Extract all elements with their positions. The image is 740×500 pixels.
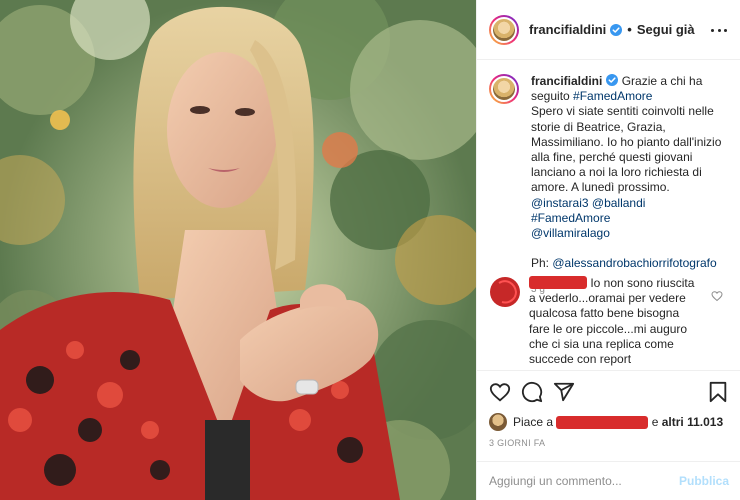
hashtag-link[interactable]: #FamedAmore [531,211,610,225]
publish-button[interactable]: Pubblica [679,474,729,488]
bookmark-icon[interactable] [707,381,729,403]
instagram-post: francifialdini • Segui già francifialdin… [0,0,740,500]
post-actions-section: Piace a e altri 11.013 3 GIORNI FA Pubbl… [477,370,740,498]
mention-link[interactable]: @ballandi [592,196,646,210]
commenter-avatar-redacted[interactable] [489,276,521,308]
author-avatar[interactable] [489,14,519,45]
caption-avatar[interactable] [489,74,519,104]
likes-prefix: Piace a [513,415,554,429]
action-bar [489,381,729,407]
likes-count-link[interactable]: altri 11.013 [662,415,723,429]
caption-username[interactable]: francifialdini [531,74,602,88]
post-date[interactable]: 3 GIORNI FA [489,438,545,448]
comment-input[interactable] [489,473,679,488]
heart-icon[interactable] [489,381,511,403]
post-caption: francifialdini Grazie a chi ha seguito #… [489,74,729,297]
caption-text: francifialdini Grazie a chi ha seguito #… [531,74,727,297]
comment-body: Io non sono riuscita a vederlo...oramai … [529,276,695,367]
comment-like-icon[interactable] [711,290,723,302]
share-icon[interactable] [553,381,575,403]
likes-and: e [651,415,659,429]
comment-icon[interactable] [521,381,543,403]
photo-illustration [0,0,476,500]
caption-body: Spero vi siate sentiti coinvolti nelle s… [531,104,722,195]
verified-badge-icon [606,74,619,86]
author-username[interactable]: francifialdini [529,22,606,37]
post-side-panel: francifialdini • Segui già francifialdin… [476,0,740,500]
verified-badge-icon [610,23,623,36]
likes-summary: Piace a e altri 11.013 [489,413,723,431]
liker-avatar[interactable] [489,413,507,431]
photo-credit-label: Ph: [531,256,550,271]
following-button[interactable]: Segui già [637,22,695,37]
more-options-icon[interactable] [709,20,729,40]
commenter-username-redacted[interactable] [529,276,587,289]
post-photo[interactable] [0,0,476,500]
add-comment-bar: Pubblica [477,461,740,499]
comment-text: Io non sono riuscita a vederlo...oramai … [529,276,699,368]
header-separator: • [627,22,632,37]
mention-link[interactable]: @instarai3 [531,196,589,210]
comment-item: Io non sono riuscita a vederlo...oramai … [489,276,729,368]
hashtag-link[interactable]: #FamedAmore [573,89,652,103]
photographer-mention-link[interactable]: @alessandrobachiorrifotografo [552,256,716,270]
post-header: francifialdini • Segui già [477,0,740,60]
liker-username-redacted[interactable] [556,415,649,429]
mention-link[interactable]: @villamiralago [531,226,610,240]
